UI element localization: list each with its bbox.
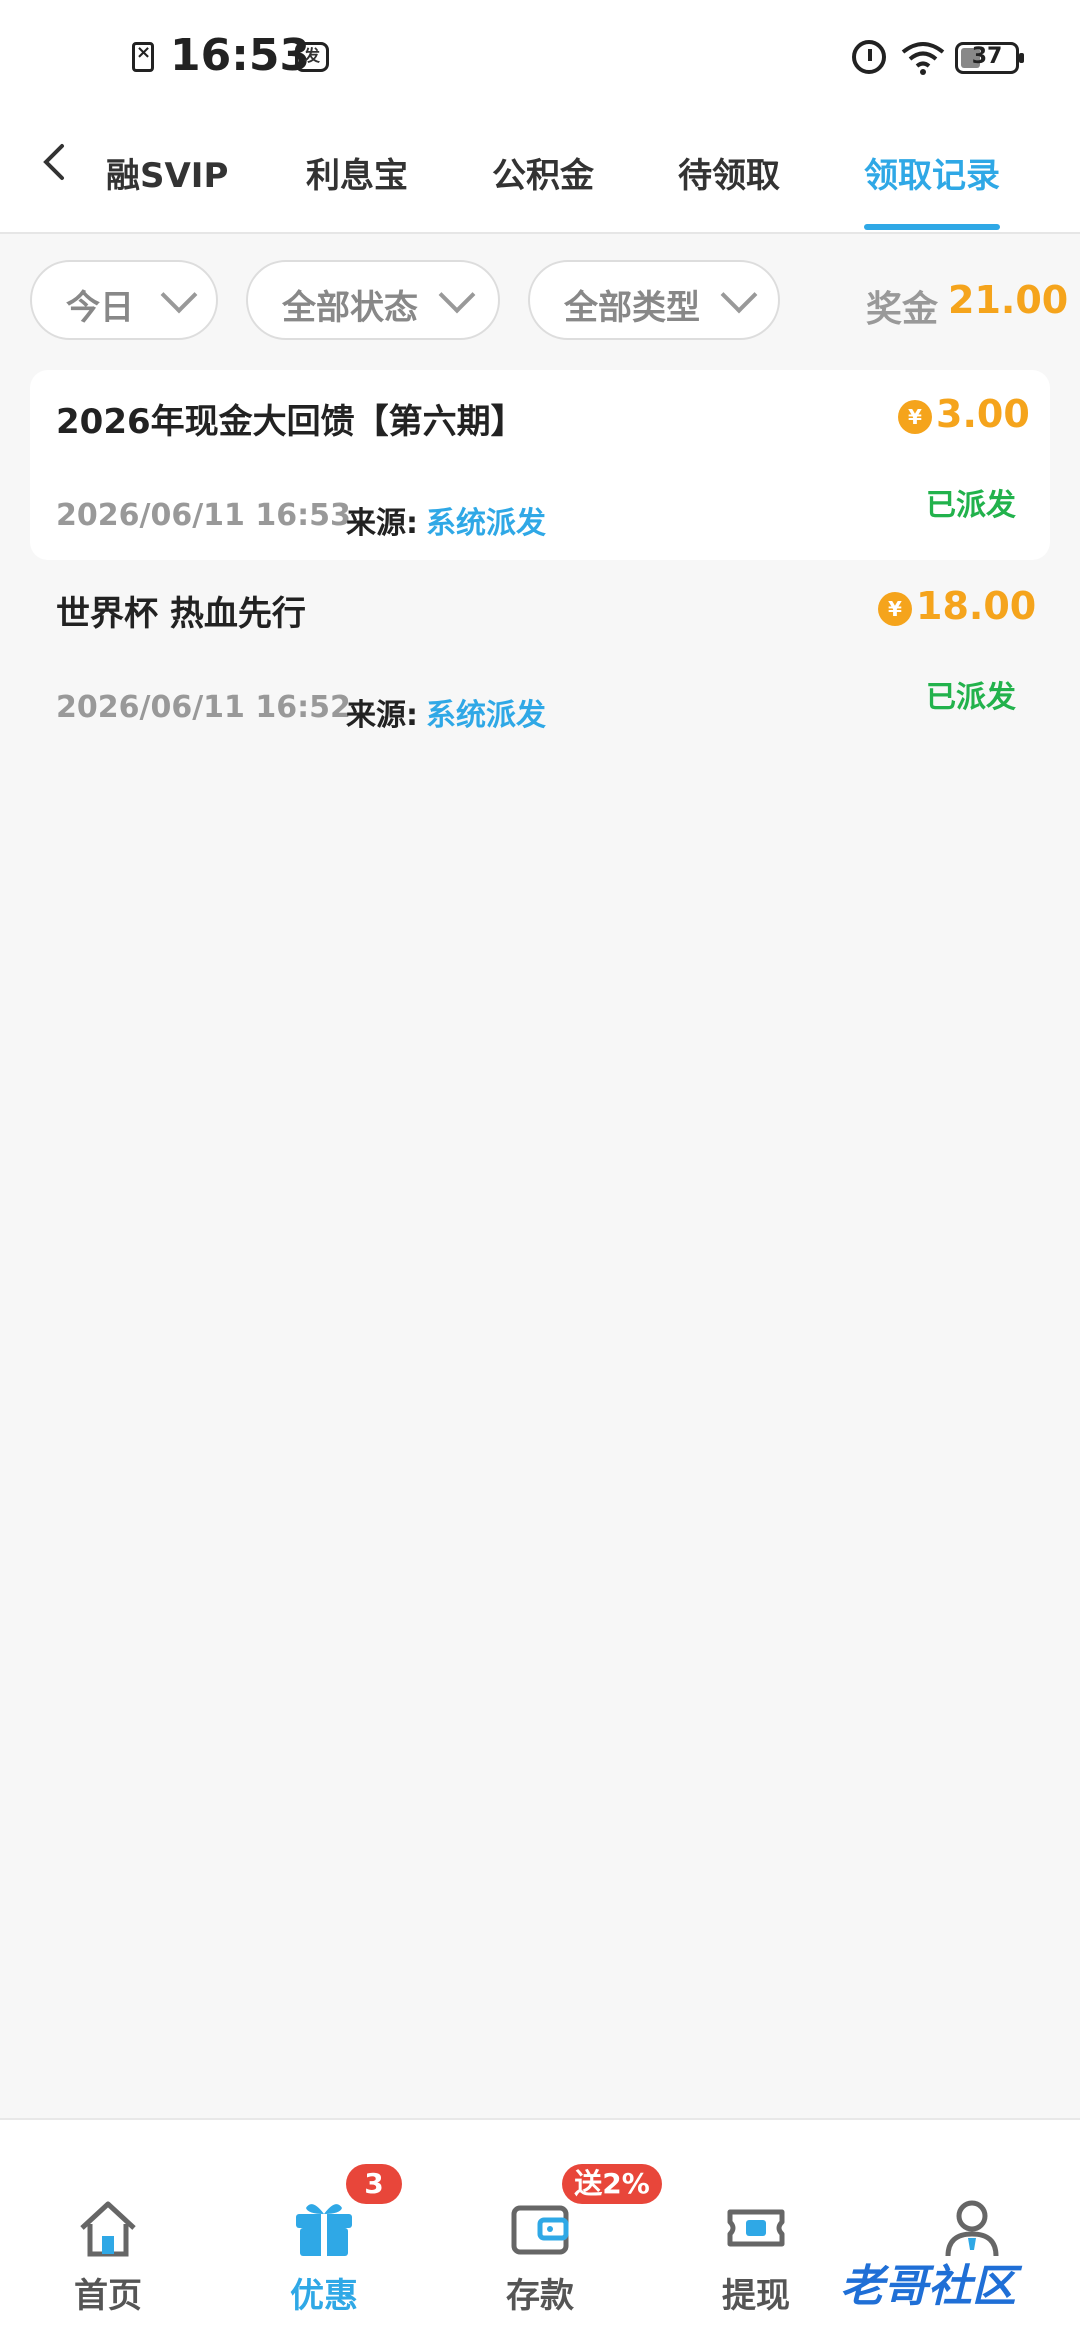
tab-pending[interactable]: 待领取 — [678, 148, 780, 197]
watermark-logo: 老哥社区 — [840, 2261, 1016, 2312]
chevron-down-icon — [160, 276, 198, 314]
record-amount: 3.00 — [936, 392, 1030, 436]
date-filter-label: 今日 — [66, 288, 134, 328]
record-title: 世界杯 热血先行 — [56, 594, 306, 634]
gift-icon — [296, 2204, 352, 2256]
alarm-icon — [852, 40, 886, 74]
nav-home-label: 首页 — [74, 2276, 142, 2316]
record-source-label: 来源: — [346, 506, 418, 541]
nav-promotions[interactable]: 优惠 3 — [216, 2120, 432, 2342]
coin-icon: ¥ — [898, 400, 932, 434]
tab-interest[interactable]: 利息宝 — [306, 148, 408, 197]
header: 16:53 发 37 融SVIP 利息宝 公积金 待领取 领取记录 — [0, 0, 1080, 234]
no-sim-icon — [132, 42, 154, 72]
bonus-value: 21.00 — [948, 278, 1069, 322]
record-status: 已派发 — [926, 680, 1016, 715]
record-title: 2026年现金大回馈【第六期】 — [56, 402, 525, 442]
status-filter[interactable]: 全部状态 — [246, 260, 500, 340]
battery-icon: 37 — [955, 42, 1024, 74]
battery-percent: 37 — [971, 44, 1003, 69]
user-icon — [945, 2200, 999, 2257]
record-status: 已派发 — [926, 488, 1016, 523]
date-filter[interactable]: 今日 — [30, 260, 218, 340]
active-tab-indicator — [864, 224, 1000, 230]
record-source: 系统派发 — [426, 698, 546, 733]
record-card[interactable]: 2026年现金大回馈【第六期】 ¥ 3.00 2026/06/11 16:53 … — [30, 370, 1050, 560]
wifi-icon — [901, 42, 945, 75]
record-time: 2026/06/11 16:53 — [56, 498, 351, 533]
deposit-badge: 送2% — [562, 2164, 662, 2204]
record-time: 2026/06/11 16:52 — [56, 690, 351, 725]
chevron-down-icon — [438, 276, 476, 314]
status-filter-label: 全部状态 — [282, 288, 418, 328]
chevron-down-icon — [720, 276, 758, 314]
record-source-label: 来源: — [346, 698, 418, 733]
nav-home[interactable]: 首页 — [0, 2120, 216, 2342]
record-source: 系统派发 — [426, 506, 546, 541]
record-amount: 18.00 — [916, 584, 1037, 628]
tab-fund[interactable]: 公积金 — [492, 148, 594, 197]
status-bar: 16:53 发 37 — [0, 0, 1080, 120]
nav-withdraw[interactable]: 提现 — [648, 2120, 864, 2342]
nav-promotions-label: 优惠 — [290, 2276, 358, 2316]
home-icon — [80, 2201, 136, 2257]
back-arrow-icon[interactable] — [36, 142, 76, 182]
type-filter-label: 全部类型 — [564, 288, 700, 328]
coin-icon: ¥ — [878, 592, 912, 626]
wallet-icon — [511, 2205, 569, 2255]
app-notification-icon: 发 — [295, 42, 329, 72]
tab-records[interactable]: 领取记录 — [864, 148, 1000, 197]
promotions-badge: 3 — [346, 2164, 402, 2204]
record-card[interactable]: 世界杯 热血先行 ¥ 18.00 2026/06/11 16:52 来源: 系统… — [30, 562, 1050, 752]
status-time: 16:53 — [170, 30, 311, 81]
nav-deposit-label: 存款 — [506, 2276, 574, 2316]
nav-withdraw-label: 提现 — [722, 2276, 790, 2316]
nav-deposit[interactable]: 存款 送2% — [432, 2120, 662, 2342]
tab-svip[interactable]: 融SVIP — [106, 148, 228, 197]
type-filter[interactable]: 全部类型 — [528, 260, 780, 340]
bonus-label: 奖金 — [866, 289, 939, 330]
ticket-icon — [727, 2209, 785, 2247]
